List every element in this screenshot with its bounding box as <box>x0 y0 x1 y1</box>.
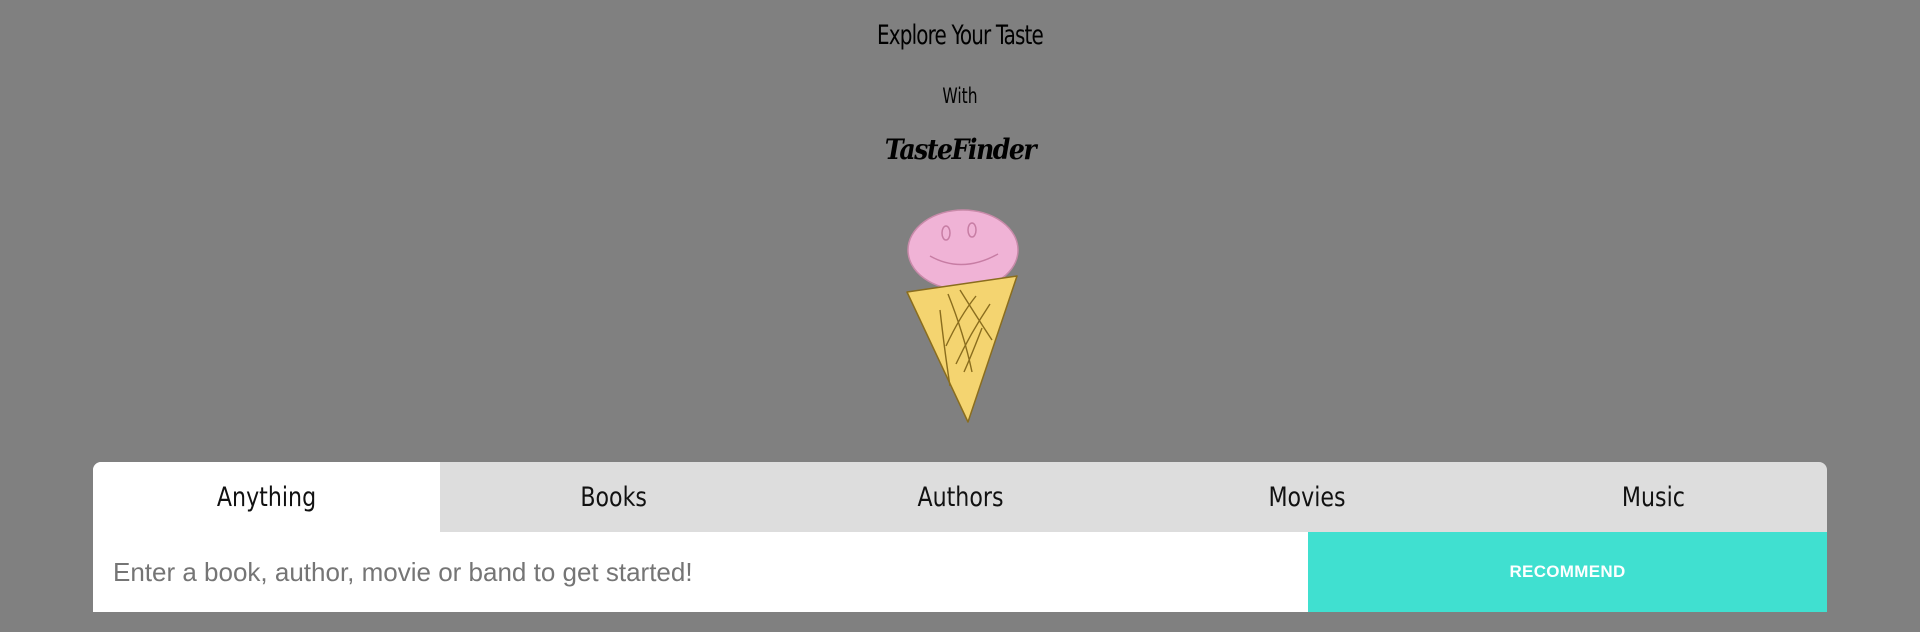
tab-label: Books <box>579 481 647 513</box>
recommend-button[interactable]: RECOMMEND <box>1308 532 1827 612</box>
page: Explore Your Taste With TasteFinder Anyt… <box>0 0 1920 632</box>
tab-label: Anything <box>216 481 317 513</box>
tab-anything[interactable]: Anything <box>93 462 440 532</box>
tab-label: Music <box>1622 481 1686 513</box>
page-title: Explore Your Taste <box>877 20 1044 51</box>
search-input[interactable] <box>93 532 1308 612</box>
search-row: RECOMMEND <box>93 532 1827 612</box>
subtitle-with: With <box>942 84 978 108</box>
tab-movies[interactable]: Movies <box>1133 462 1480 532</box>
brand-logo: TasteFinder <box>884 133 1037 166</box>
tab-label: Movies <box>1268 481 1346 513</box>
ice-cream-cone-icon <box>900 204 1030 426</box>
tab-books[interactable]: Books <box>440 462 787 532</box>
tab-authors[interactable]: Authors <box>787 462 1134 532</box>
tab-music[interactable]: Music <box>1480 462 1827 532</box>
category-tabs: Anything Books Authors Movies Music <box>93 462 1827 532</box>
tab-label: Authors <box>916 481 1004 513</box>
search-panel: Anything Books Authors Movies Music RECO… <box>93 462 1827 612</box>
